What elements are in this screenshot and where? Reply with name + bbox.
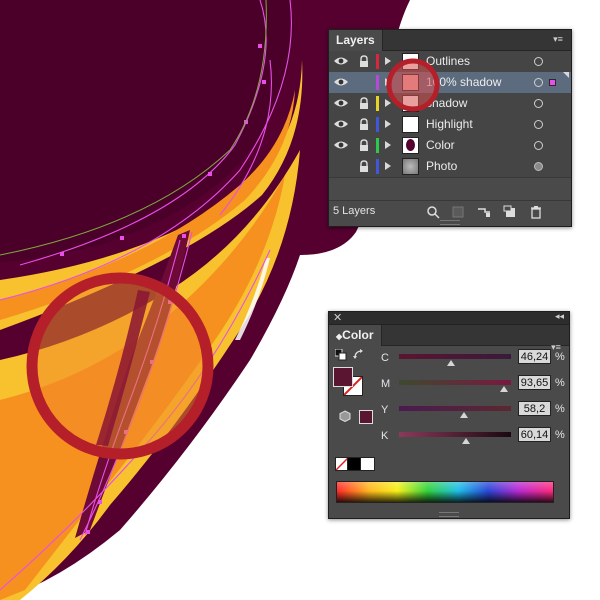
eye-icon[interactable] [333, 97, 349, 109]
eye-icon[interactable] [333, 55, 349, 67]
white-color-button[interactable] [360, 457, 375, 471]
resize-grip[interactable] [440, 220, 460, 225]
expand-arrow-icon[interactable] [385, 78, 391, 86]
layer-name[interactable]: Highlight [426, 114, 473, 135]
layer-name[interactable]: 100% shadow [426, 72, 501, 93]
layer-color-indicator [376, 75, 379, 90]
layer-color-indicator [376, 159, 379, 174]
expand-arrow-icon[interactable] [385, 162, 391, 170]
create-new-layer-icon[interactable] [503, 205, 517, 219]
layer-thumbnail [402, 95, 419, 112]
swap-colors-icon[interactable] [353, 349, 365, 361]
layers-panel: Layers ▾≡ Outlines 100% shadow shadow Highl… [328, 29, 572, 227]
collapse-icon[interactable]: ◂◂ [555, 311, 564, 322]
layer-name[interactable]: Photo [426, 156, 457, 177]
default-colors-icon[interactable] [335, 349, 347, 361]
layer-thumbnail [402, 158, 419, 175]
slider-thumb[interactable] [460, 412, 469, 418]
channel-value-m[interactable]: 93,65 [518, 375, 551, 390]
layer-target-icon[interactable] [534, 120, 543, 129]
channel-label-y: Y [381, 404, 389, 416]
current-layer-indicator [563, 72, 569, 78]
percent-label: % [555, 403, 565, 415]
layer-color-indicator [376, 117, 379, 132]
expand-arrow-icon[interactable] [385, 141, 391, 149]
lock-icon[interactable] [358, 97, 370, 110]
eye-icon[interactable] [333, 118, 349, 130]
expand-arrow-icon[interactable] [385, 99, 391, 107]
channel-label-c: C [381, 352, 389, 364]
gamut-swatch[interactable] [359, 410, 373, 424]
layer-color-indicator [376, 54, 379, 69]
channel-value-k[interactable]: 60,14 [518, 427, 551, 442]
color-panel: ✕ ◂◂ ◆Color ▾≡ C 46,24% M 93,65% Y 58,2% K 60,1… [328, 311, 570, 519]
channel-slider-y[interactable] [399, 406, 511, 411]
expand-arrow-icon[interactable] [385, 120, 391, 128]
channel-slider-m[interactable] [399, 380, 511, 385]
gamut-cube-icon[interactable] [339, 410, 351, 422]
layer-name[interactable]: shadow [426, 93, 467, 114]
resize-grip[interactable] [439, 512, 459, 517]
layers-tab[interactable]: Layers [329, 30, 383, 51]
percent-label: % [555, 377, 565, 389]
locate-object-icon[interactable] [426, 205, 440, 219]
lock-icon[interactable] [358, 118, 370, 131]
color-spectrum[interactable] [336, 481, 554, 503]
layer-target-icon[interactable] [534, 162, 543, 171]
make-clipping-mask-icon[interactable] [451, 205, 465, 219]
fill-swatch[interactable] [333, 367, 353, 387]
selection-indicator[interactable] [549, 79, 556, 86]
lock-icon[interactable] [358, 55, 370, 68]
layer-target-icon[interactable] [534, 78, 543, 87]
create-sublayer-icon[interactable] [477, 205, 491, 219]
channel-label-m: M [381, 378, 391, 390]
layer-thumbnail [402, 74, 419, 91]
layer-target-icon[interactable] [534, 141, 543, 150]
channel-slider-c[interactable] [399, 354, 511, 359]
layer-thumbnail [402, 53, 419, 70]
color-tab[interactable]: ◆Color [329, 325, 382, 346]
color-panel-body: C 46,24% M 93,65% Y 58,2% K 60,14% [329, 346, 569, 518]
layer-thumbnail [402, 116, 419, 133]
layer-target-icon[interactable] [534, 99, 543, 108]
percent-label: % [555, 429, 565, 441]
panel-menu-icon[interactable]: ▾≡ [551, 34, 565, 44]
layer-row[interactable]: shadow [329, 93, 571, 115]
lock-icon[interactable] [358, 139, 370, 152]
layers-tabbar: Layers ▾≡ [329, 30, 571, 51]
channel-slider-k[interactable] [399, 432, 511, 437]
layer-row[interactable]: Color [329, 135, 571, 157]
channel-label-k: K [381, 430, 389, 442]
color-tabbar: ◆Color ▾≡ [329, 325, 569, 352]
layer-color-indicator [376, 138, 379, 153]
layer-thumbnail [402, 137, 419, 154]
channel-value-c[interactable]: 46,24 [518, 349, 551, 364]
slider-thumb[interactable] [499, 386, 508, 392]
layer-name[interactable]: Outlines [426, 51, 470, 72]
slider-thumb[interactable] [446, 360, 455, 366]
layer-row[interactable]: 100% shadow [329, 72, 571, 94]
layer-name[interactable]: Color [426, 135, 455, 156]
eye-icon[interactable] [333, 139, 349, 151]
unlock-icon[interactable] [358, 76, 370, 89]
expand-arrow-icon[interactable] [385, 57, 391, 65]
layer-target-icon[interactable] [534, 57, 543, 66]
channel-value-y[interactable]: 58,2 [518, 401, 551, 416]
layer-color-indicator [376, 96, 379, 111]
slider-thumb[interactable] [462, 438, 471, 444]
lock-icon[interactable] [358, 160, 370, 173]
percent-label: % [555, 351, 565, 363]
trash-icon[interactable] [529, 205, 543, 219]
color-panel-titlebar: ✕ ◂◂ [329, 311, 569, 325]
color-tab-label: Color [342, 328, 374, 342]
layers-count: 5 Layers [333, 205, 376, 217]
layer-row[interactable]: Highlight [329, 114, 571, 136]
close-icon[interactable]: ✕ [333, 311, 342, 324]
eye-icon[interactable] [333, 76, 349, 88]
layer-row[interactable]: Photo [329, 156, 571, 178]
eye-hidden-icon[interactable] [333, 160, 349, 172]
layer-row[interactable]: Outlines [329, 51, 571, 73]
